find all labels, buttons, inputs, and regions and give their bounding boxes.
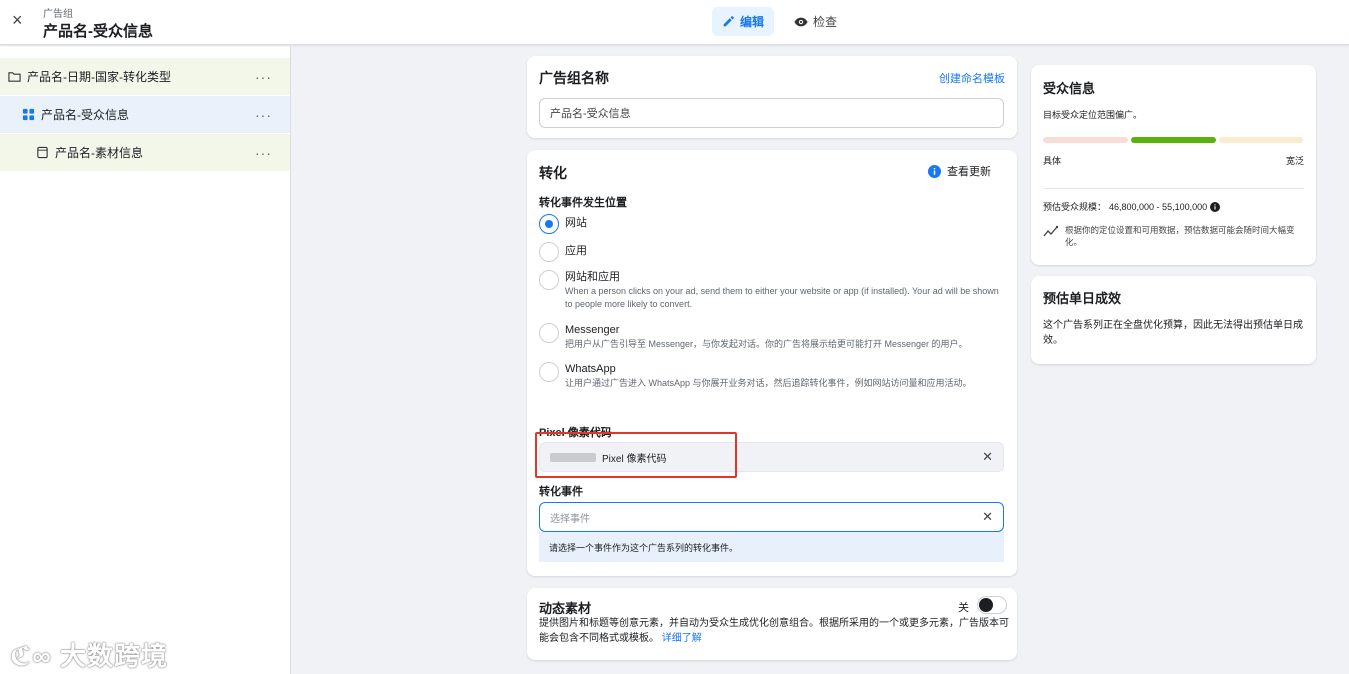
radio-description: 把用户从广告引导至 Messenger，与你发起对话。你的广告将展示给更可能打开…	[565, 339, 968, 349]
tree-item-adset[interactable]: 产品名-受众信息 ···	[0, 96, 290, 133]
tree-item-label: 产品名-素材信息	[55, 146, 143, 160]
radio-whatsapp[interactable]: WhatsApp 让用户通过广告进入 WhatsApp 与你展开业务对话，然后追…	[539, 362, 1005, 390]
dynamic-creative-card: 动态素材 关 提供图片和标题等创意元素，并自动为受众生成优化创意组合。根据所采用…	[527, 588, 1017, 660]
audience-note-text: 根据你的定位设置和可用数据，预估数据可能会随时间大幅变化。	[1065, 225, 1295, 247]
see-updates-link[interactable]: 查看更新	[928, 163, 991, 179]
header-subtitle: 广告组	[43, 9, 73, 20]
info-icon	[928, 164, 941, 178]
audience-bar-current	[1131, 137, 1216, 143]
audience-size-value: 46,800,000 - 55,100,000	[1109, 201, 1208, 212]
audience-definition-card: 受众信息 目标受众定位范围偏广。 具体 宽泛 预估受众规模： 46,800,00…	[1031, 65, 1316, 265]
estimated-daily-results-card: 预估单日成效 这个广告系列正在全盘优化预算，因此无法得出预估单日成效。	[1031, 276, 1316, 364]
audience-bar-broad	[1219, 137, 1303, 143]
conversion-event-placeholder: 选择事件	[550, 513, 590, 525]
clear-icon[interactable]: ✕	[982, 449, 993, 465]
ad-page-icon	[37, 146, 48, 159]
watermark-text: 大数跨境	[60, 641, 169, 671]
radio-description: When a person clicks on your ad, send th…	[565, 286, 999, 309]
estimate-description: 这个广告系列正在全盘优化预算，因此无法得出预估单日成效。	[1043, 320, 1303, 346]
audience-subtitle: 目标受众定位范围偏广。	[1043, 110, 1143, 120]
radio-messenger[interactable]: Messenger 把用户从广告引导至 Messenger，与你发起对话。你的广…	[539, 323, 1005, 351]
conversion-event-hint: 请选择一个事件作为这个广告系列的转化事件。	[539, 532, 1004, 562]
toggle-state-label: 关	[958, 602, 969, 614]
dynamic-creative-description: 提供图片和标题等创意元素，并自动为受众生成优化创意组合。根据所采用的一个或更多元…	[539, 616, 1009, 646]
edit-mode-label: 编辑	[740, 15, 765, 29]
watermark-logo: ℭ∞ 大数跨境	[10, 636, 168, 673]
tree-item-ad[interactable]: 产品名-素材信息 ···	[0, 134, 290, 171]
tree-item-campaign[interactable]: 产品名-日期-国家-转化类型 ···	[0, 58, 290, 95]
radio-label: 网站	[565, 217, 587, 229]
see-updates-label: 查看更新	[947, 166, 991, 178]
radio-app[interactable]: 应用	[539, 242, 587, 262]
conversion-location-label: 转化事件发生位置	[539, 197, 627, 209]
folder-icon	[8, 72, 21, 82]
pixel-label: Pixel 像素代码	[539, 427, 612, 439]
pencil-icon	[723, 16, 734, 27]
tree-item-label: 产品名-日期-国家-转化类型	[27, 70, 171, 84]
radio-label: 网站和应用	[565, 271, 620, 283]
adset-name-card: 广告组名称 创建命名模板 产品名-受众信息	[527, 56, 1017, 138]
conversion-event-select[interactable]: 选择事件 ✕	[539, 502, 1004, 532]
adset-grid-icon	[22, 108, 35, 121]
more-options-icon[interactable]: ···	[255, 69, 272, 85]
create-naming-template-link[interactable]: 创建命名模板	[939, 70, 1005, 86]
adset-name-input[interactable]: 产品名-受众信息	[539, 98, 1004, 128]
audience-size-label: 预估受众规模：	[1043, 202, 1107, 212]
edit-mode-button[interactable]: 编辑	[712, 7, 775, 36]
trend-icon	[1043, 225, 1059, 237]
audience-bar-specific	[1043, 137, 1128, 143]
radio-website-and-app[interactable]: 网站和应用 When a person clicks on your ad, s…	[539, 270, 1005, 311]
audience-size: 预估受众规模： 46,800,000 - 55,100,000	[1043, 200, 1221, 213]
clear-icon[interactable]: ✕	[982, 509, 993, 525]
conversion-card: 转化 查看更新 转化事件发生位置 网站 应用 网站和应用 When a pers…	[527, 150, 1017, 576]
radio-button[interactable]	[539, 362, 559, 382]
radio-button[interactable]	[539, 214, 559, 234]
audience-note: 根据你的定位设置和可用数据，预估数据可能会随时间大幅变化。	[1043, 224, 1305, 248]
radio-button[interactable]	[539, 270, 559, 290]
pixel-value: Pixel 像素代码	[602, 453, 667, 465]
broad-label: 宽泛	[1285, 156, 1304, 166]
radio-button[interactable]	[539, 242, 559, 262]
radio-label: WhatsApp	[565, 363, 616, 375]
top-bar: × 广告组 产品名-受众信息 编辑 检查	[0, 0, 1349, 45]
dynamic-creative-text: 提供图片和标题等创意元素，并自动为受众生成优化创意组合。根据所采用的一个或更多元…	[539, 618, 1009, 644]
radio-website[interactable]: 网站	[539, 214, 587, 234]
adset-name-title: 广告组名称	[539, 70, 609, 86]
review-mode-label: 检查	[813, 15, 838, 29]
pixel-id-redacted	[550, 452, 596, 462]
page-title: 产品名-受众信息	[43, 23, 153, 40]
pixel-select[interactable]: Pixel 像素代码 ✕	[539, 442, 1004, 472]
campaign-tree-sidebar: 产品名-日期-国家-转化类型 ··· 产品名-受众信息 ··· 产品名-素材信息…	[0, 46, 291, 674]
more-options-icon[interactable]: ···	[255, 145, 272, 161]
radio-button[interactable]	[539, 323, 559, 343]
learn-more-link[interactable]: 详细了解	[662, 633, 702, 644]
divider	[1043, 188, 1304, 189]
dynamic-creative-title: 动态素材	[539, 601, 592, 616]
conversion-title: 转化	[539, 165, 567, 181]
radio-label: 应用	[565, 245, 587, 257]
tree-item-label: 产品名-受众信息	[41, 108, 129, 122]
audience-title: 受众信息	[1043, 81, 1096, 96]
radio-label: Messenger	[565, 324, 620, 336]
info-icon[interactable]	[1210, 201, 1221, 212]
specific-label: 具体	[1043, 156, 1062, 166]
review-mode-button[interactable]: 检查	[788, 7, 843, 36]
conversion-event-label: 转化事件	[539, 486, 583, 498]
more-options-icon[interactable]: ···	[255, 107, 272, 123]
radio-description: 让用户通过广告进入 WhatsApp 与你展开业务对话，然后追踪转化事件，例如网…	[565, 378, 972, 388]
estimate-title: 预估单日成效	[1043, 291, 1122, 306]
eye-icon	[794, 17, 808, 26]
close-icon[interactable]: ×	[12, 10, 23, 31]
watermark-glyph: ℭ∞	[10, 641, 61, 671]
dynamic-creative-toggle[interactable]	[977, 596, 1007, 614]
